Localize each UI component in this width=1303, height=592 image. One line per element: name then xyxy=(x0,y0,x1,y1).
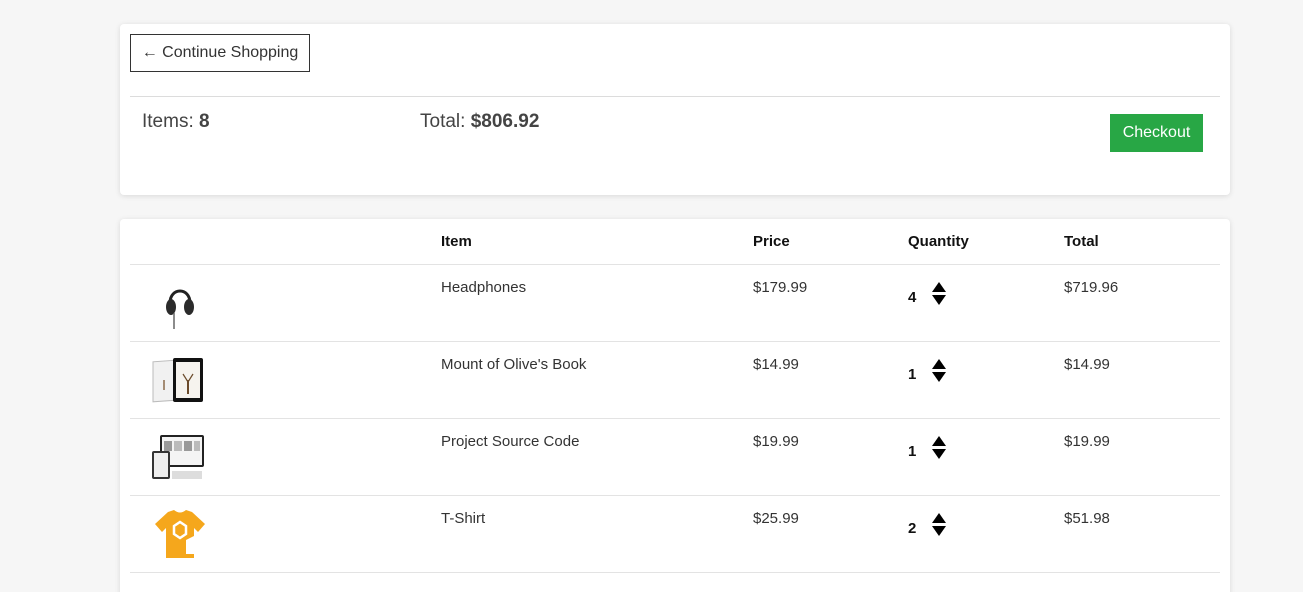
tshirt-image xyxy=(155,509,205,558)
item-price: $19.99 xyxy=(753,418,908,496)
item-name: Project Source Code xyxy=(441,418,753,496)
table-row: Project Source Code $19.99 1 $19.99 xyxy=(130,418,1220,496)
product-image-cell xyxy=(130,418,441,496)
quantity-stepper: 1 xyxy=(908,358,1064,383)
decrease-quantity-icon[interactable] xyxy=(932,448,946,459)
item-total: $51.98 xyxy=(1064,495,1220,573)
decrease-quantity-icon[interactable] xyxy=(932,371,946,382)
item-name: T-Shirt xyxy=(441,495,753,573)
quantity-cell: 4 xyxy=(908,264,1064,342)
increase-quantity-icon[interactable] xyxy=(932,435,946,446)
table-row: Headphones $179.99 4 $719.96 xyxy=(130,264,1220,342)
item-price: $25.99 xyxy=(753,495,908,573)
quantity-stepper: 2 xyxy=(908,512,1064,537)
increase-quantity-icon[interactable] xyxy=(932,281,946,292)
cart-summary-card: ← Continue Shopping Items: 8 Total: $806… xyxy=(120,24,1230,195)
decrease-quantity-icon[interactable] xyxy=(932,294,946,305)
quantity-cell: 1 xyxy=(908,341,1064,419)
item-total: $719.96 xyxy=(1064,264,1220,342)
summary-divider xyxy=(130,96,1220,97)
price-column-header: Price xyxy=(753,219,908,265)
cart-total: Total: $806.92 xyxy=(420,111,539,133)
quantity-value: 2 xyxy=(908,519,917,537)
cart-items-card: Item Price Quantity Total Headphones $17… xyxy=(120,219,1230,592)
table-row: Mount of Olive's Book $14.99 1 $14.99 xyxy=(130,341,1220,419)
headphones-image xyxy=(166,289,194,329)
total-label: Total: xyxy=(420,111,466,132)
table-header-row: Item Price Quantity Total xyxy=(130,219,1220,265)
total-column-header: Total xyxy=(1064,219,1220,265)
quantity-cell: 2 xyxy=(908,495,1064,573)
items-label: Items: xyxy=(142,111,194,132)
image-column-header xyxy=(130,219,441,265)
item-total: $19.99 xyxy=(1064,418,1220,496)
quantity-cell: 1 xyxy=(908,418,1064,496)
quantity-value: 1 xyxy=(908,442,917,460)
quantity-stepper: 4 xyxy=(908,281,1064,306)
total-value: $806.92 xyxy=(470,111,540,132)
decrease-quantity-icon[interactable] xyxy=(932,525,946,536)
product-image-cell xyxy=(130,264,441,342)
quantity-stepper: 1 xyxy=(908,435,1064,460)
item-name: Headphones xyxy=(441,264,753,342)
book-image xyxy=(152,357,203,402)
item-price: $179.99 xyxy=(753,264,908,342)
item-column-header: Item xyxy=(441,219,753,265)
quantity-value: 1 xyxy=(908,365,917,383)
continue-shopping-button[interactable]: ← Continue Shopping xyxy=(130,34,310,72)
checkout-button[interactable]: Checkout xyxy=(1110,114,1203,152)
items-count: Items: 8 xyxy=(142,111,210,133)
product-image-cell xyxy=(130,341,441,419)
product-image-cell xyxy=(130,495,441,573)
quantity-value: 4 xyxy=(908,288,917,306)
source-code-image xyxy=(152,434,204,479)
item-total: $14.99 xyxy=(1064,341,1220,419)
increase-quantity-icon[interactable] xyxy=(932,358,946,369)
item-price: $14.99 xyxy=(753,341,908,419)
quantity-column-header: Quantity xyxy=(908,219,1064,265)
items-count-value: 8 xyxy=(199,111,210,132)
table-row: T-Shirt $25.99 2 $51.98 xyxy=(130,495,1220,573)
cart-table: Item Price Quantity Total Headphones $17… xyxy=(130,219,1220,573)
item-name: Mount of Olive's Book xyxy=(441,341,753,419)
increase-quantity-icon[interactable] xyxy=(932,512,946,523)
